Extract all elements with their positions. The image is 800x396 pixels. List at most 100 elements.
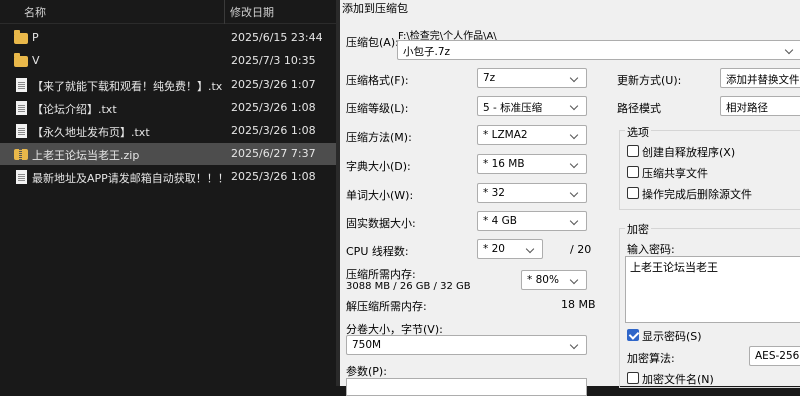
enc-method-value: AES-256 <box>755 350 800 362</box>
update-label: 更新方式(U): <box>617 74 682 87</box>
delete-source-checkbox[interactable]: 操作完成后删除源文件 <box>627 186 752 202</box>
dict-label: 字典大小(D): <box>346 160 411 173</box>
chevron-down-icon[interactable] <box>570 339 580 351</box>
split-value: 750M <box>352 339 382 351</box>
file-name: P <box>32 31 39 44</box>
solid-combo[interactable]: * 4 GB <box>477 211 587 231</box>
mem-decomp-value: 18 MB <box>561 298 596 311</box>
file-date: 2025/3/26 1:07 <box>231 78 316 91</box>
params-input[interactable] <box>346 378 587 396</box>
chevron-down-icon[interactable] <box>570 158 580 170</box>
checkbox-box[interactable] <box>627 372 639 384</box>
password-input[interactable]: 上老王论坛当老王 <box>625 256 800 276</box>
chevron-down-icon[interactable] <box>570 129 580 141</box>
chevron-down-icon[interactable] <box>570 100 580 112</box>
enc-method-label: 加密算法: <box>627 352 675 365</box>
password-label: 输入密码: <box>627 243 675 256</box>
level-combo[interactable]: 5 - 标准压缩 <box>477 96 587 116</box>
cpu-label: CPU 线程数: <box>346 245 409 258</box>
chevron-down-icon[interactable] <box>785 44 795 56</box>
text-file-icon <box>16 78 27 92</box>
solid-label: 固实数据大小: <box>346 217 416 230</box>
shared-files-checkbox[interactable]: 压缩共享文件 <box>627 165 708 181</box>
file-row[interactable]: 最新地址及APP请发邮箱自动获取！！！... 2025/3/26 1:08 <box>0 166 336 188</box>
cpu-value: * 20 <box>483 243 505 255</box>
file-row[interactable]: 【论坛介绍】.txt 2025/3/26 1:08 <box>0 97 336 119</box>
mem-comp-detail: 3088 MB / 26 GB / 32 GB <box>346 281 471 292</box>
path-mode-combo[interactable]: 相对路径 <box>720 96 800 116</box>
column-date-header[interactable]: 修改日期 <box>230 4 274 20</box>
encryption-title: 加密 <box>625 221 651 237</box>
archive-name-combo[interactable]: 小包子.7z <box>397 40 800 60</box>
archive-label: 压缩包(A): <box>346 36 399 49</box>
sort-caret-icon: ^ <box>116 0 126 7</box>
show-password-checkbox[interactable]: 显示密码(S) <box>627 328 702 344</box>
options-title: 选项 <box>625 124 651 140</box>
params-label: 参数(P): <box>346 365 387 378</box>
enc-method-combo[interactable]: AES-256 <box>749 346 800 366</box>
word-combo[interactable]: * 32 <box>477 183 587 203</box>
encrypt-names-checkbox[interactable]: 加密文件名(N) <box>627 371 714 387</box>
word-label: 单词大小(W): <box>346 189 414 202</box>
file-row[interactable]: V 2025/7/3 10:35 <box>0 50 336 72</box>
zip-folder-icon <box>14 149 28 160</box>
chevron-down-icon[interactable] <box>570 72 580 84</box>
text-file-icon <box>16 101 27 115</box>
archive-name-value: 小包子.7z <box>403 46 451 58</box>
column-header: ^ 名称 修改日期 <box>0 0 336 24</box>
file-name: 【来了就能下载和观看！纯免费！】.txt <box>32 80 222 93</box>
split-combo[interactable]: 750M <box>346 335 587 355</box>
checkbox-box[interactable] <box>627 166 639 178</box>
checkbox-checked[interactable] <box>627 329 639 341</box>
method-label: 压缩方法(M): <box>346 131 412 144</box>
path-mode-label: 路径模式 <box>617 102 661 115</box>
path-mode-value: 相对路径 <box>726 102 768 114</box>
level-value: 5 - 标准压缩 <box>483 102 543 114</box>
solid-value: * 4 GB <box>483 215 517 227</box>
mem-decomp-label: 解压缩所需内存: <box>346 300 427 313</box>
chevron-down-icon[interactable] <box>526 243 536 255</box>
chevron-down-icon[interactable] <box>570 187 580 199</box>
format-combo[interactable]: 7z <box>477 68 587 88</box>
password-value: 上老王论坛当老王 <box>630 261 718 274</box>
method-combo[interactable]: * LZMA2 <box>477 125 587 145</box>
file-name: 【论坛介绍】.txt <box>32 103 117 116</box>
chevron-down-icon[interactable] <box>570 274 580 286</box>
encrypt-names-label: 加密文件名(N) <box>642 373 714 386</box>
file-name: 最新地址及APP请发邮箱自动获取！！！... <box>32 172 222 185</box>
dialog-title: 添加到压缩包 <box>342 2 408 15</box>
file-row[interactable]: 【来了就能下载和观看！纯免费！】.txt 2025/3/26 1:07 <box>0 74 336 96</box>
column-separator[interactable] <box>224 0 225 24</box>
column-name-header[interactable]: 名称 <box>24 4 46 20</box>
file-name: V <box>32 54 40 67</box>
file-date: 2025/3/26 1:08 <box>231 101 316 114</box>
sfx-checkbox[interactable]: 创建自释放程序(X) <box>627 144 735 160</box>
folder-icon <box>14 30 28 44</box>
text-file-icon <box>16 124 27 138</box>
dict-value: * 16 MB <box>483 158 525 170</box>
dict-combo[interactable]: * 16 MB <box>477 154 587 174</box>
level-label: 压缩等级(L): <box>346 102 409 115</box>
mem-percent-combo[interactable]: * 80% <box>521 270 587 290</box>
file-row[interactable]: 【永久地址发布页】.txt 2025/3/26 1:08 <box>0 120 336 142</box>
update-combo[interactable]: 添加并替换文件 <box>720 68 800 88</box>
file-row[interactable]: P 2025/6/15 23:44 <box>0 27 336 49</box>
cpu-combo[interactable]: * 20 <box>477 239 543 259</box>
format-value: 7z <box>483 72 496 84</box>
file-date: 2025/3/26 1:08 <box>231 170 316 183</box>
cpu-total: / 20 <box>570 243 592 256</box>
file-date: 2025/6/27 7:37 <box>231 147 316 160</box>
file-name: 上老王论坛当老王.zip <box>32 149 140 162</box>
format-label: 压缩格式(F): <box>346 74 409 87</box>
sfx-label: 创建自释放程序(X) <box>642 146 736 159</box>
file-date: 2025/7/3 10:35 <box>231 54 316 67</box>
checkbox-box[interactable] <box>627 145 639 157</box>
chevron-down-icon[interactable] <box>570 215 580 227</box>
checkbox-box[interactable] <box>627 187 639 199</box>
file-name: 【永久地址发布页】.txt <box>32 126 150 139</box>
password-confirm-area[interactable] <box>625 275 800 323</box>
file-row-selected[interactable]: 上老王论坛当老王.zip 2025/6/27 7:37 <box>0 143 336 165</box>
delete-source-label: 操作完成后删除源文件 <box>642 188 752 201</box>
update-value: 添加并替换文件 <box>726 74 800 86</box>
word-value: * 32 <box>483 187 505 199</box>
